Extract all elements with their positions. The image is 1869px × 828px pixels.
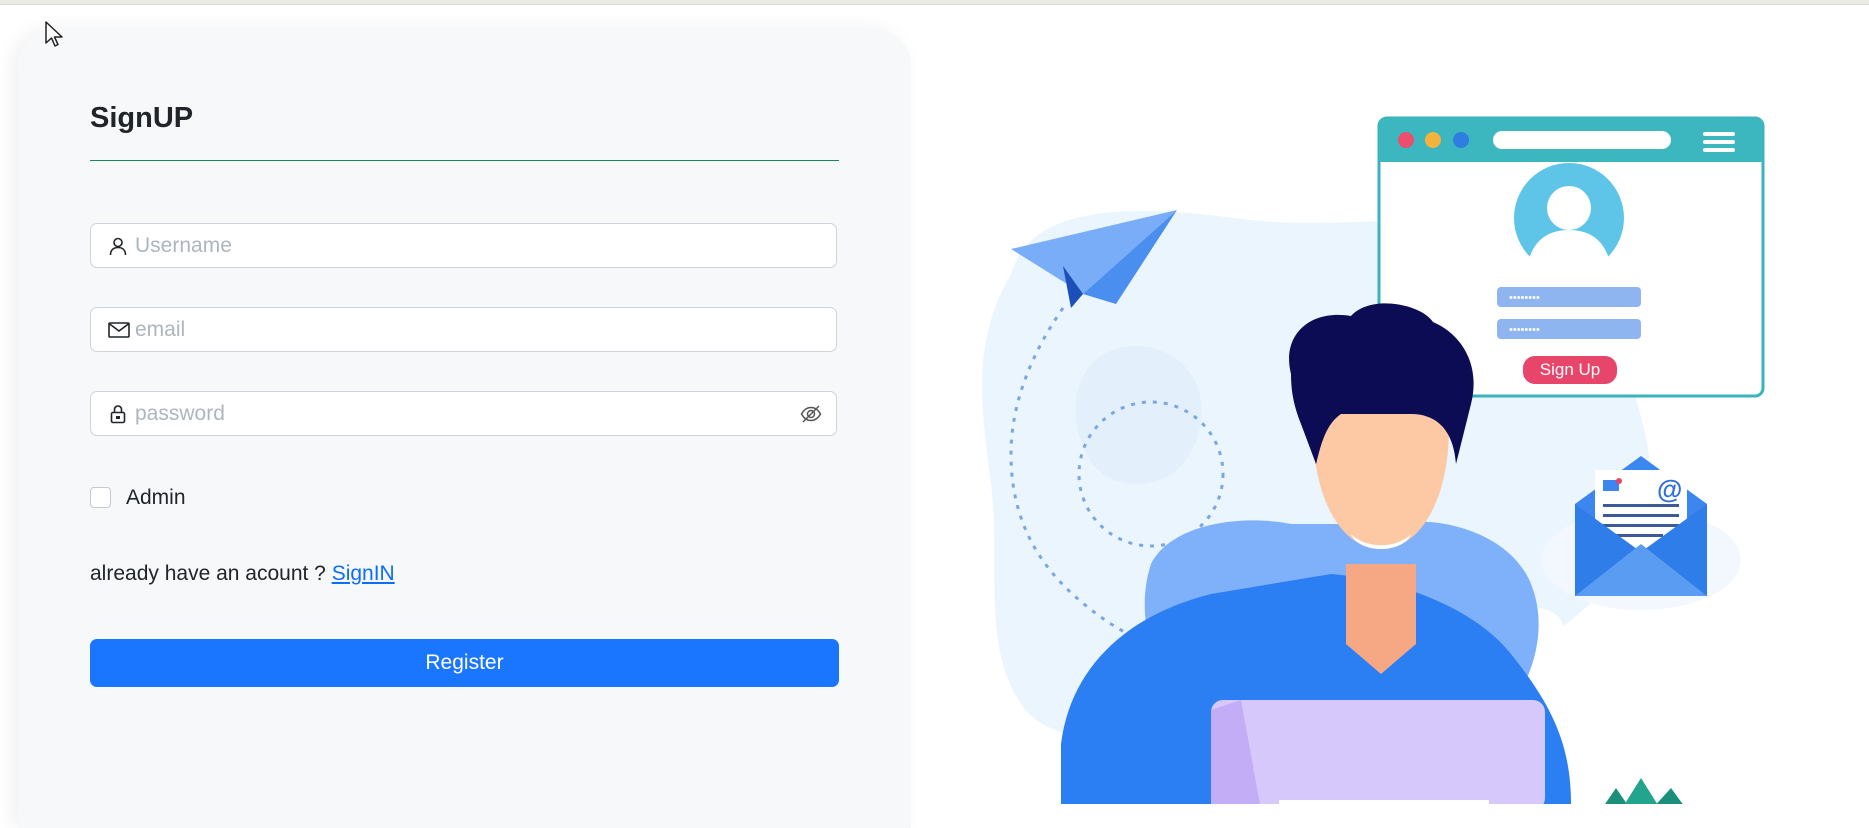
page-title: SignUP bbox=[90, 102, 194, 134]
illustration-signup-text: Sign Up bbox=[1540, 360, 1600, 379]
password-field[interactable] bbox=[90, 391, 837, 436]
username-input[interactable] bbox=[135, 229, 775, 263]
eye-slash-icon[interactable] bbox=[800, 403, 822, 425]
email-field[interactable] bbox=[90, 307, 837, 352]
title-divider bbox=[90, 160, 839, 161]
background-blob-small bbox=[1075, 345, 1202, 485]
password-dots-1: •••••••• bbox=[1509, 292, 1540, 304]
lock-icon bbox=[108, 404, 128, 424]
admin-checkbox[interactable] bbox=[90, 487, 111, 508]
signin-link[interactable]: SignIN bbox=[332, 562, 395, 585]
signin-prompt-text: already have an acount ? bbox=[90, 562, 332, 585]
signin-prompt: already have an acount ? SignIN bbox=[90, 562, 395, 586]
mouse-pointer-icon bbox=[45, 21, 63, 47]
email-input[interactable] bbox=[135, 313, 775, 347]
admin-label: Admin bbox=[126, 486, 186, 509]
register-button[interactable]: Register bbox=[90, 639, 839, 687]
at-sign: @ bbox=[1657, 474, 1682, 504]
user-icon bbox=[108, 236, 128, 256]
username-field[interactable] bbox=[90, 223, 837, 268]
envelope-icon bbox=[108, 320, 130, 340]
password-dots-2: •••••••• bbox=[1509, 324, 1540, 336]
password-input[interactable] bbox=[135, 397, 775, 431]
plant-illustration bbox=[1605, 778, 1683, 804]
laptop-illustration bbox=[1211, 700, 1545, 804]
signup-illustration: •••••••• •••••••• Sign Up @ bbox=[982, 116, 1765, 804]
